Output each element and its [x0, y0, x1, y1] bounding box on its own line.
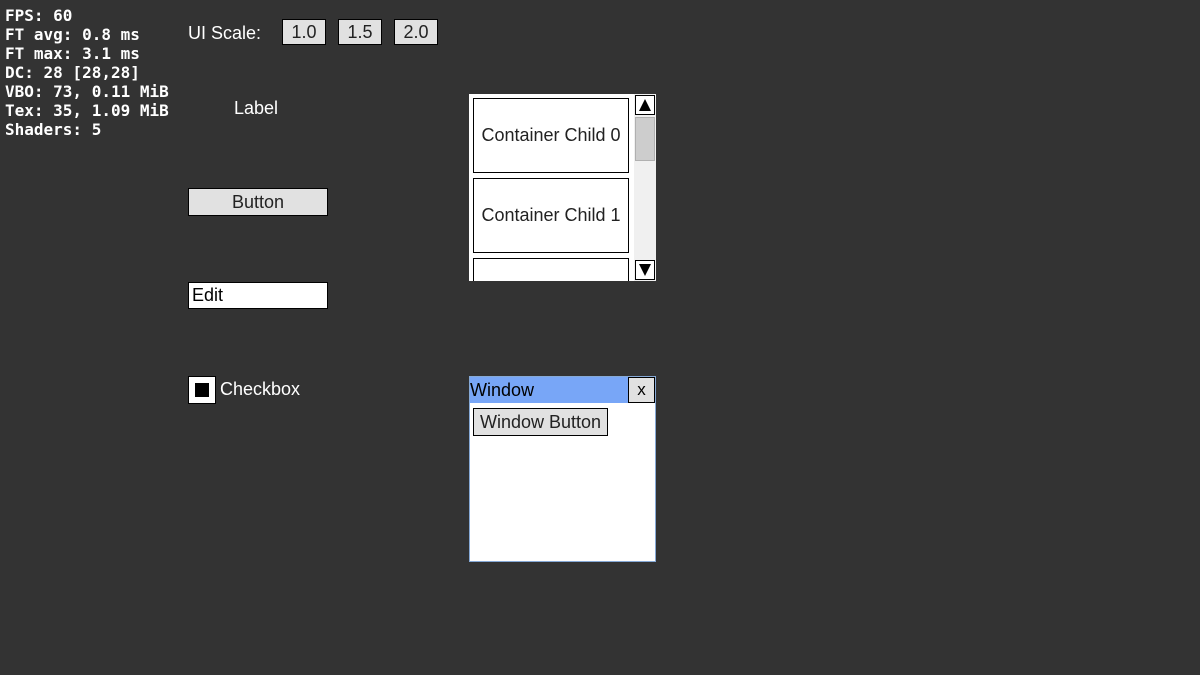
floating-window: Window x Window Button — [469, 376, 656, 562]
sample-label: Label — [234, 98, 279, 118]
scroll-up-button[interactable] — [635, 95, 655, 115]
sample-button[interactable]: Button — [188, 188, 328, 216]
stat-textures: Tex: 35, 1.09 MiB — [5, 101, 169, 120]
app-canvas: FPS: 60 FT avg: 0.8 ms FT max: 3.1 ms DC… — [0, 0, 1200, 675]
ui-scale-1-0-button[interactable]: 1.0 — [282, 19, 326, 45]
scroll-thumb[interactable] — [635, 117, 655, 161]
window-close-button[interactable]: x — [628, 377, 655, 403]
ui-scale-label: UI Scale: — [188, 23, 262, 43]
container-child[interactable]: Container Child 1 — [473, 178, 629, 253]
stat-draw-calls: DC: 28 [28,28] — [5, 63, 140, 82]
stat-shaders: Shaders: 5 — [5, 120, 102, 139]
scroll-down-button[interactable] — [635, 260, 655, 280]
container-scrollbar[interactable] — [634, 94, 656, 281]
window-button[interactable]: Window Button — [473, 408, 609, 436]
checkbox-label[interactable]: Checkbox — [220, 378, 300, 400]
edit-field[interactable] — [188, 282, 328, 309]
scroll-container[interactable]: Container Child 0 Container Child 1 — [469, 94, 656, 281]
window-titlebar[interactable]: Window — [470, 377, 628, 403]
debug-stats: FPS: 60 FT avg: 0.8 ms FT max: 3.1 ms DC… — [5, 6, 169, 139]
triangle-down-icon — [639, 264, 651, 276]
stat-frametime-avg: FT avg: 0.8 ms — [5, 25, 140, 44]
ui-scale-2-0-button[interactable]: 2.0 — [394, 19, 438, 45]
container-child[interactable] — [473, 258, 629, 281]
stat-fps: FPS: 60 — [5, 6, 73, 25]
container-child[interactable]: Container Child 0 — [473, 98, 629, 173]
checkbox[interactable] — [188, 376, 216, 404]
stat-vbo: VBO: 73, 0.11 MiB — [5, 82, 169, 101]
stat-frametime-max: FT max: 3.1 ms — [5, 44, 140, 63]
checkbox-checked-mark — [195, 383, 209, 397]
ui-scale-1-5-button[interactable]: 1.5 — [338, 19, 382, 45]
triangle-up-icon — [639, 99, 651, 111]
window-title: Window — [470, 380, 535, 400]
